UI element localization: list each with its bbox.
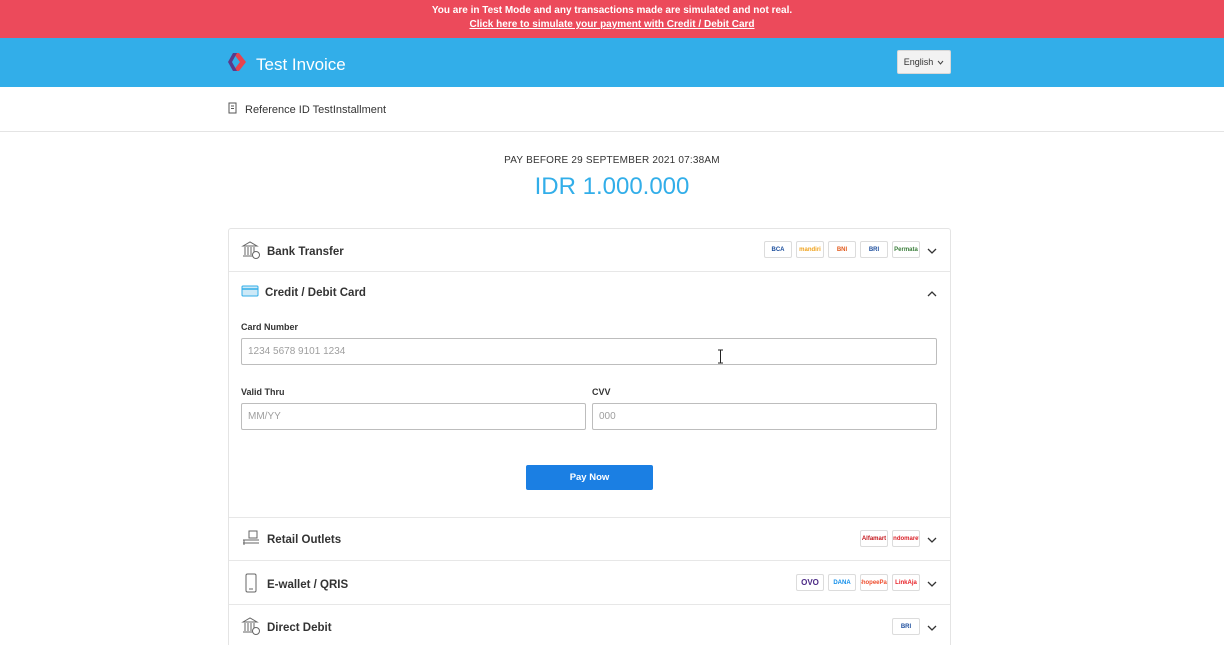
valid-thru-label: Valid Thru — [241, 387, 285, 397]
retail-logos: Alfamart Indomaret — [860, 530, 920, 547]
credit-card-label: Credit / Debit Card — [265, 286, 366, 299]
simulate-payment-link[interactable]: Click here to simulate your payment with… — [0, 18, 1224, 32]
ewallet-logo-dana: DANA — [828, 574, 856, 591]
language-label: English — [903, 57, 934, 67]
ewallet-label: E-wallet / QRIS — [267, 578, 349, 591]
bank-transfer-label: Bank Transfer — [267, 245, 344, 258]
test-mode-banner: You are in Test Mode and any transaction… — [0, 0, 1224, 38]
method-credit-card: Credit / Debit Card Card Number 1234 567… — [229, 272, 950, 518]
retail-logo-indomaret: Indomaret — [892, 530, 920, 547]
pay-before-date: PAY BEFORE 29 SEPTEMBER 2021 07:38AM — [504, 155, 720, 166]
ewallet-logo-linkaja: LinkAja — [892, 574, 920, 591]
bank-icon — [241, 240, 261, 263]
top-bar: Test Invoice English — [0, 38, 1224, 87]
store-icon — [241, 529, 261, 550]
ewallet-logo-ovo: OVO — [796, 574, 824, 591]
bank-transfer-header: Bank Transfer — [241, 240, 344, 263]
chevron-down-icon[interactable] — [926, 244, 938, 256]
cvv-input[interactable]: 000 — [592, 403, 937, 430]
bank-logo-mandiri: mandiri — [796, 241, 824, 258]
retail-header: Retail Outlets — [241, 529, 341, 550]
bank-icon — [241, 616, 261, 639]
cvv-label: CVV — [592, 387, 611, 397]
language-selector[interactable]: English — [897, 50, 951, 74]
brand-logo-icon — [226, 51, 248, 78]
document-icon — [228, 102, 238, 117]
bank-logo-bni: BNI — [828, 241, 856, 258]
method-direct-debit[interactable]: Direct Debit BRI — [229, 605, 950, 645]
brand: Test Invoice — [226, 51, 346, 78]
payment-methods-panel: Bank Transfer BCA mandiri BNI BRI Permat… — [228, 228, 951, 645]
retail-label: Retail Outlets — [267, 533, 342, 546]
ewallet-logo-shopeepay: ShopeePay — [860, 574, 888, 591]
chevron-down-icon — [937, 57, 944, 67]
bank-logo-bca: BCA — [764, 241, 792, 258]
invoice-amount: IDR 1.000.000 — [534, 173, 690, 200]
valid-thru-input[interactable]: MM/YY — [241, 403, 586, 430]
reference-text: Reference ID TestInstallment — [245, 103, 387, 116]
chevron-up-icon[interactable] — [926, 287, 938, 299]
invoice-title: Test Invoice — [256, 54, 346, 74]
credit-card-header[interactable]: Credit / Debit Card — [241, 284, 366, 301]
bank-logo-bri: BRI — [860, 241, 888, 258]
method-bank-transfer[interactable]: Bank Transfer BCA mandiri BNI BRI Permat… — [229, 229, 950, 272]
card-number-label: Card Number — [241, 322, 299, 332]
credit-card-icon — [241, 284, 259, 301]
direct-debit-label: Direct Debit — [267, 621, 332, 634]
chevron-down-icon[interactable] — [926, 621, 938, 633]
test-mode-message: You are in Test Mode and any transaction… — [431, 5, 793, 16]
text-cursor-icon — [717, 349, 724, 364]
direct-debit-header: Direct Debit — [241, 616, 332, 639]
bank-logos: BCA mandiri BNI BRI Permata — [764, 241, 920, 258]
direct-debit-logo-bri: BRI — [892, 618, 920, 635]
ewallet-logos: OVO DANA ShopeePay LinkAja — [796, 574, 920, 591]
chevron-down-icon[interactable] — [926, 577, 938, 589]
card-number-input[interactable]: 1234 5678 9101 1234 — [241, 338, 937, 365]
retail-logo-alfamart: Alfamart — [860, 530, 888, 547]
reference-bar: Reference ID TestInstallment — [0, 87, 1224, 132]
direct-debit-logos: BRI — [892, 618, 920, 635]
pay-now-button[interactable]: Pay Now — [526, 465, 653, 490]
bank-logo-permata: Permata — [892, 241, 920, 258]
ewallet-header: E-wallet / QRIS — [241, 573, 348, 596]
method-ewallet[interactable]: E-wallet / QRIS OVO DANA ShopeePay LinkA… — [229, 561, 950, 605]
chevron-down-icon[interactable] — [926, 533, 938, 545]
method-retail-outlets[interactable]: Retail Outlets Alfamart Indomaret — [229, 518, 950, 561]
reference-id: Reference ID TestInstallment — [228, 102, 386, 117]
phone-icon — [241, 573, 261, 596]
